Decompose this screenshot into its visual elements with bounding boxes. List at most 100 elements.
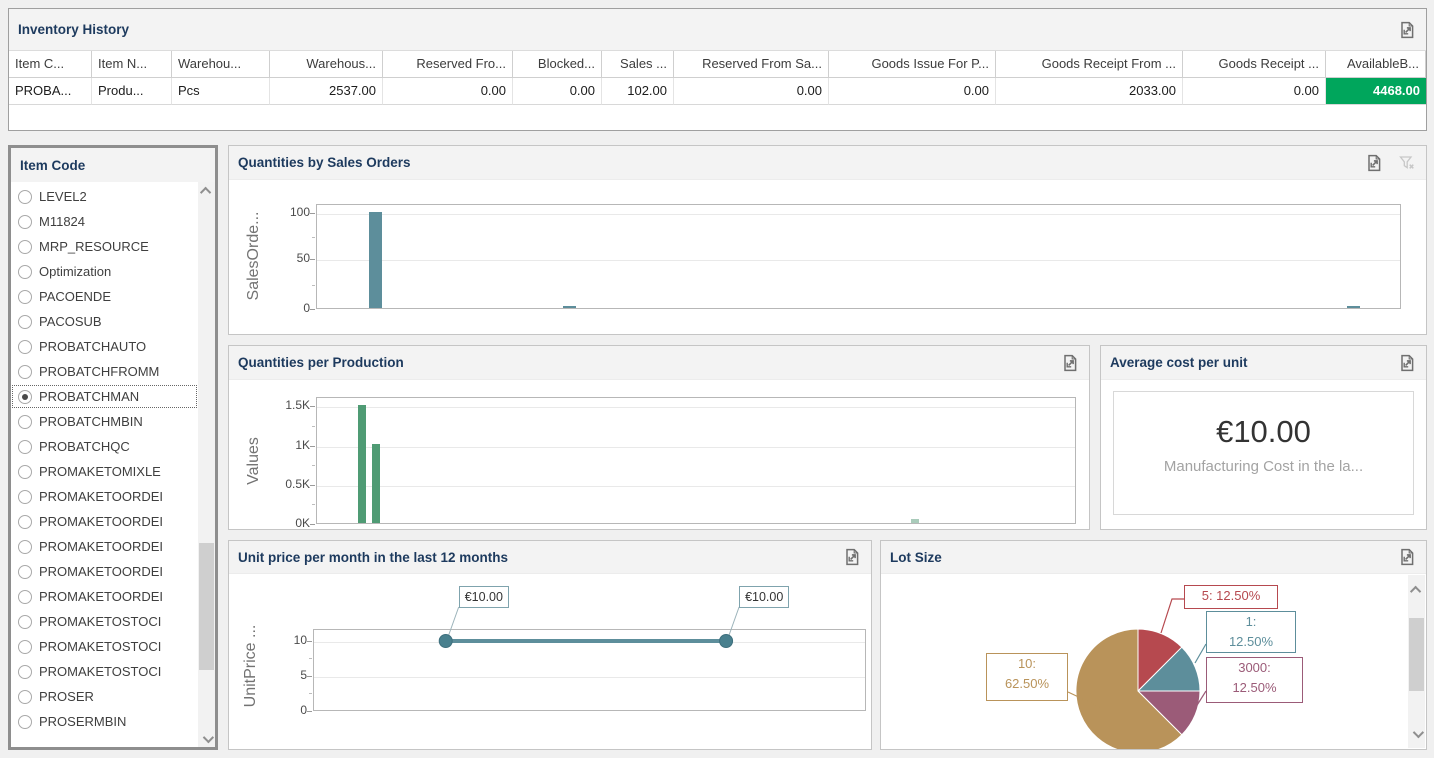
export-icon[interactable] xyxy=(842,547,862,567)
table-cell[interactable]: 0.00 xyxy=(513,78,602,105)
column-header[interactable]: Blocked... xyxy=(513,51,602,78)
radio-icon[interactable] xyxy=(18,665,32,679)
item-code-option[interactable]: MRP_RESOURCE xyxy=(11,234,198,259)
radio-icon[interactable] xyxy=(18,465,32,479)
bar[interactable] xyxy=(372,444,380,523)
export-icon[interactable] xyxy=(1397,20,1417,40)
bar[interactable] xyxy=(369,212,382,308)
scroll-thumb[interactable] xyxy=(1409,618,1424,691)
tick-mark xyxy=(307,711,312,712)
bar[interactable] xyxy=(358,405,366,523)
radio-icon[interactable] xyxy=(18,265,32,279)
radio-icon[interactable] xyxy=(18,190,32,204)
scroll-up-button[interactable] xyxy=(198,182,215,199)
clear-filter-icon[interactable] xyxy=(1397,153,1417,173)
radio-icon[interactable] xyxy=(18,290,32,304)
lot-size-scrollbar[interactable] xyxy=(1408,575,1425,748)
radio-icon[interactable] xyxy=(18,215,32,229)
table-cell[interactable]: PROBA... xyxy=(9,78,92,105)
scroll-thumb[interactable] xyxy=(199,543,214,670)
column-header[interactable]: Goods Receipt From ... xyxy=(996,51,1183,78)
table-cell[interactable]: 0.00 xyxy=(829,78,996,105)
radio-icon[interactable] xyxy=(18,565,32,579)
item-code-option[interactable]: PROSER xyxy=(11,684,198,709)
export-icon[interactable] xyxy=(1060,353,1080,373)
bar[interactable] xyxy=(911,519,919,523)
table-cell[interactable]: 4468.00 xyxy=(1326,78,1426,105)
column-header[interactable]: AvailableB... xyxy=(1326,51,1426,78)
radio-icon[interactable] xyxy=(18,490,32,504)
radio-icon[interactable] xyxy=(18,690,32,704)
table-cell[interactable]: 0.00 xyxy=(1183,78,1326,105)
radio-icon[interactable] xyxy=(18,240,32,254)
bar[interactable] xyxy=(1347,306,1360,308)
item-code-option[interactable]: PACOSUB xyxy=(11,309,198,334)
inventory-history-panel: Inventory History Item C...Item N...Ware… xyxy=(8,8,1427,131)
item-code-option[interactable]: PROBATCHAUTO xyxy=(11,334,198,359)
radio-icon[interactable] xyxy=(18,640,32,654)
bar[interactable] xyxy=(563,306,576,308)
radio-icon[interactable] xyxy=(18,515,32,529)
column-header[interactable]: Warehou... xyxy=(172,51,270,78)
production-chart-panel: Quantities per Production Values 0K0.5K1… xyxy=(228,345,1090,530)
scroll-down-button[interactable] xyxy=(198,730,215,747)
radio-icon[interactable] xyxy=(18,390,32,404)
column-header[interactable]: Item N... xyxy=(92,51,172,78)
pie-label-leader xyxy=(1195,644,1206,663)
column-header[interactable]: Goods Receipt ... xyxy=(1183,51,1326,78)
item-code-option[interactable]: PROMAKETOORDEI xyxy=(11,534,198,559)
item-list-scrollbar[interactable] xyxy=(198,182,215,747)
item-code-title: Item Code xyxy=(20,158,85,173)
item-code-option[interactable]: PACOENDE xyxy=(11,284,198,309)
column-header[interactable]: Goods Issue For P... xyxy=(829,51,996,78)
export-icon[interactable] xyxy=(1364,153,1384,173)
item-code-option[interactable]: PROMAKETOSTOCI xyxy=(11,634,198,659)
item-code-option[interactable]: LEVEL2 xyxy=(11,184,198,209)
item-code-option[interactable]: PROBATCHQC xyxy=(11,434,198,459)
table-cell[interactable]: 102.00 xyxy=(602,78,674,105)
item-code-option[interactable]: PROBATCHMBIN xyxy=(11,409,198,434)
item-code-option[interactable]: PROMAKETOSTOCI xyxy=(11,659,198,684)
column-header[interactable]: Warehous... xyxy=(270,51,383,78)
pie-slice-label: 5: 12.50% xyxy=(1184,585,1278,609)
item-code-option[interactable]: Optimization xyxy=(11,259,198,284)
radio-icon[interactable] xyxy=(18,415,32,429)
radio-icon[interactable] xyxy=(18,540,32,554)
table-cell[interactable]: 2033.00 xyxy=(996,78,1183,105)
item-code-option[interactable]: PROSERMBIN xyxy=(11,709,198,734)
table-cell[interactable]: 0.00 xyxy=(383,78,513,105)
export-icon[interactable] xyxy=(1397,353,1417,373)
table-cell[interactable]: Pcs xyxy=(172,78,270,105)
item-code-option[interactable]: PROMAKETOORDEI xyxy=(11,584,198,609)
sales-orders-chart-panel: Quantities by Sales Orders SalesOrde... … xyxy=(228,145,1427,335)
lot-size-panel: Lot Size 5: 12.50%1:12.50%3000:12.50%10:… xyxy=(880,540,1427,750)
item-code-option[interactable]: M11824 xyxy=(11,209,198,234)
table-cell[interactable]: 2537.00 xyxy=(270,78,383,105)
item-code-option[interactable]: PROBATCHMAN xyxy=(11,384,198,409)
column-header[interactable]: Item C... xyxy=(9,51,92,78)
item-code-option[interactable]: PROMAKETOORDEI xyxy=(11,484,198,509)
radio-icon[interactable] xyxy=(18,340,32,354)
column-header[interactable]: Sales ... xyxy=(602,51,674,78)
unit-price-chart-title: Unit price per month in the last 12 mont… xyxy=(238,550,508,565)
scroll-up-button[interactable] xyxy=(1408,581,1425,598)
radio-icon[interactable] xyxy=(18,315,32,329)
radio-icon[interactable] xyxy=(18,615,32,629)
item-code-option[interactable]: PROMAKETOORDEI xyxy=(11,559,198,584)
inventory-table-row[interactable]: PROBA...Produ...Pcs2537.000.000.00102.00… xyxy=(9,78,1426,105)
item-code-option[interactable]: PROMAKETOORDEI xyxy=(11,509,198,534)
column-header[interactable]: Reserved Fro... xyxy=(383,51,513,78)
radio-icon[interactable] xyxy=(18,715,32,729)
column-header[interactable]: Reserved From Sa... xyxy=(674,51,829,78)
scroll-down-button[interactable] xyxy=(1408,725,1425,742)
item-code-option[interactable]: PROBATCHFROMM xyxy=(11,359,198,384)
average-cost-panel: Average cost per unit €10.00 Manufacturi… xyxy=(1100,345,1427,530)
table-cell[interactable]: 0.00 xyxy=(674,78,829,105)
table-cell[interactable]: Produ... xyxy=(92,78,172,105)
y-tick-label: 10 xyxy=(265,633,307,647)
radio-icon[interactable] xyxy=(18,440,32,454)
item-code-option[interactable]: PROMAKETOSTOCI xyxy=(11,609,198,634)
item-code-option[interactable]: PROMAKETOMIXLE xyxy=(11,459,198,484)
radio-icon[interactable] xyxy=(18,365,32,379)
radio-icon[interactable] xyxy=(18,590,32,604)
